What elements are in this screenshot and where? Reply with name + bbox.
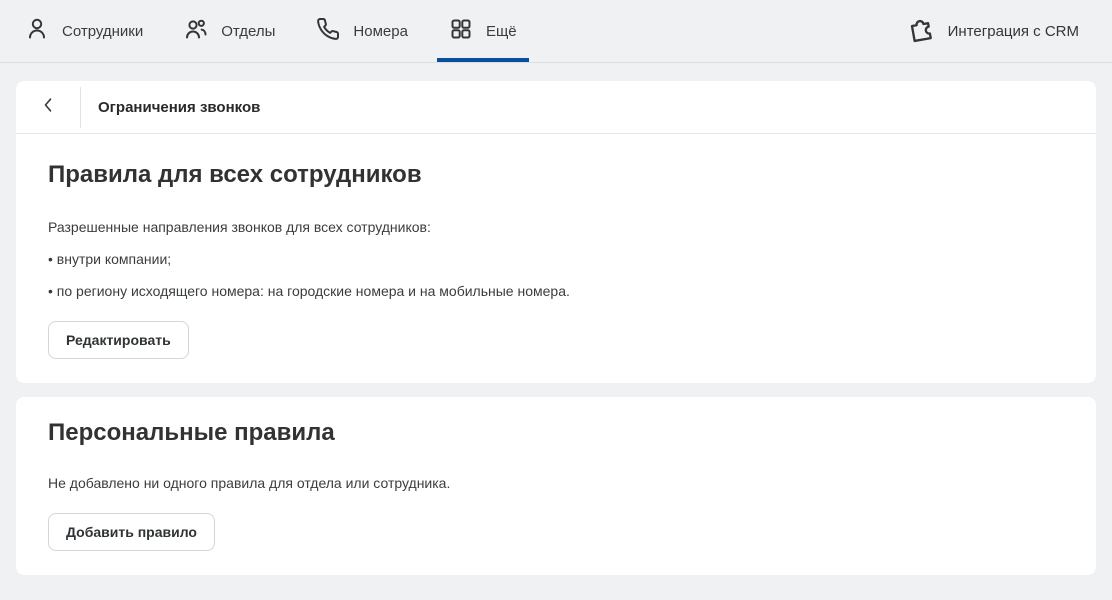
bullet-inside-company: • внутри компании; (48, 251, 1064, 267)
section-title-all-employees: Правила для всех сотрудников (48, 161, 1064, 189)
tab-departments[interactable]: Отделы (172, 0, 287, 62)
phone-icon (316, 17, 340, 45)
top-navigation-bar: Сотрудники Отделы Номера (0, 0, 1112, 63)
add-rule-button[interactable]: Добавить правило (48, 513, 215, 551)
back-button[interactable] (16, 81, 80, 133)
tab-label: Сотрудники (62, 23, 143, 40)
tab-employees[interactable]: Сотрудники (13, 0, 155, 62)
crm-integration-link[interactable]: Интеграция с CRM (908, 0, 1079, 62)
person-icon (25, 17, 49, 45)
tab-more[interactable]: Ещё (437, 0, 529, 62)
call-restrictions-card: Ограничения звонков Правила для всех сот… (16, 81, 1096, 383)
tab-label: Ещё (486, 23, 517, 40)
allowed-directions-description: Разрешенные направления звонков для всех… (48, 219, 1064, 235)
header-divider (80, 87, 81, 128)
edit-button[interactable]: Редактировать (48, 321, 189, 359)
people-icon (184, 17, 208, 45)
grid-icon (449, 17, 473, 45)
puzzle-icon (908, 15, 936, 47)
tab-numbers[interactable]: Номера (304, 0, 420, 62)
main-tabs: Сотрудники Отделы Номера (13, 0, 546, 62)
personal-rules-empty-text: Не добавлено ни одного правила для отдел… (48, 475, 1064, 491)
personal-rules-card: Персональные правила Не добавлено ни одн… (16, 397, 1096, 575)
page-title: Ограничения звонков (98, 99, 260, 116)
bullet-by-region: • по региону исходящего номера: на город… (48, 283, 1064, 299)
tab-label: Номера (353, 23, 408, 40)
crm-link-label: Интеграция с CRM (948, 23, 1079, 40)
all-employees-section: Правила для всех сотрудников Разрешенные… (16, 134, 1096, 383)
section-title-personal-rules: Персональные правила (48, 419, 1064, 447)
tab-label: Отделы (221, 23, 275, 40)
page-header: Ограничения звонков (16, 81, 1096, 134)
chevron-left-icon (38, 95, 58, 120)
